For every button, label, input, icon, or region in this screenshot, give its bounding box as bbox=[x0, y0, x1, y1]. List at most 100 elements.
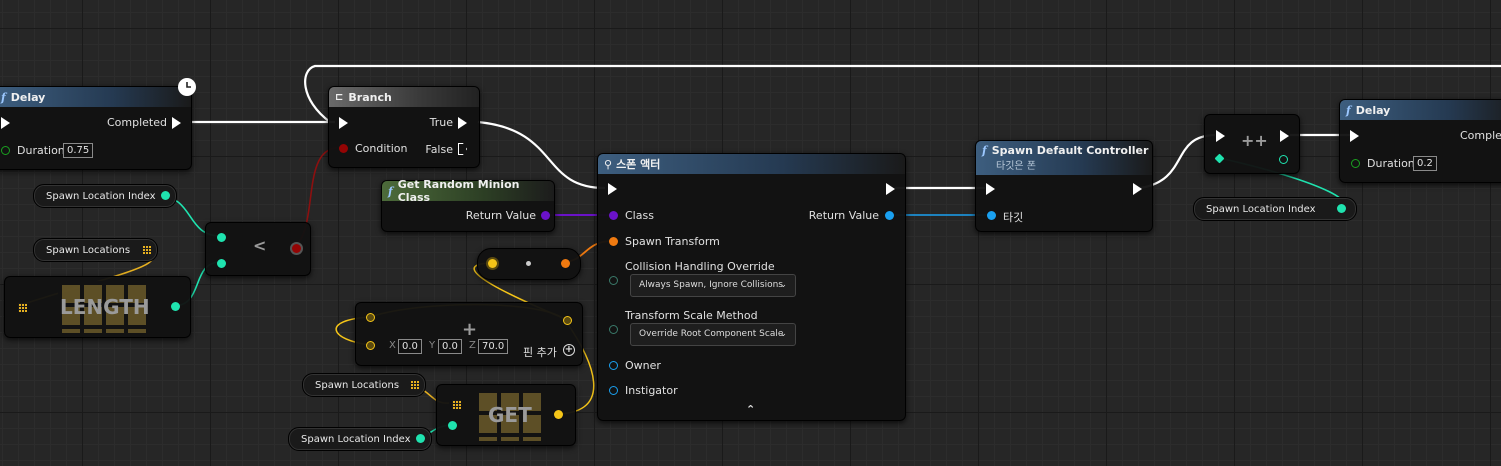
vector-pin-b[interactable] bbox=[366, 341, 375, 350]
exec-in-pin[interactable] bbox=[608, 183, 617, 195]
vector-pin-c[interactable] bbox=[563, 316, 572, 325]
function-icon: f bbox=[388, 184, 393, 198]
delay-title: Delay bbox=[1355, 103, 1391, 117]
collision-dropdown[interactable]: Always Spawn, Ignore Collisions ⌄ bbox=[630, 274, 796, 297]
true-pin[interactable] bbox=[458, 117, 467, 129]
var-label: Spawn Location Index bbox=[301, 433, 411, 445]
spawn-default-controller-node[interactable]: f Spawn Default Controller 타깃은 폰 타깃 bbox=[975, 140, 1153, 232]
delay-node-left[interactable]: f Delay Completed Duration 0.75 bbox=[0, 86, 192, 170]
struct-out-pin[interactable] bbox=[561, 259, 570, 268]
return-value-label: Return Value bbox=[465, 209, 536, 222]
duration-field[interactable]: 0.75 bbox=[63, 143, 94, 158]
int-in-pin-a[interactable] bbox=[217, 233, 226, 242]
exec-out-pin[interactable] bbox=[1133, 183, 1142, 195]
scale-method-pin[interactable] bbox=[609, 325, 618, 334]
increment-node[interactable]: ++ bbox=[1204, 114, 1300, 174]
exec-in-pin[interactable] bbox=[1350, 130, 1359, 142]
function-icon: f bbox=[982, 144, 987, 157]
exec-out-pin[interactable] bbox=[1280, 130, 1289, 142]
false-pin[interactable] bbox=[458, 143, 467, 155]
target-label: 타깃 bbox=[1003, 211, 1024, 224]
add-symbol: + bbox=[462, 319, 478, 340]
spawn-controller-title: Spawn Default Controller bbox=[991, 144, 1149, 157]
array-grid-icon[interactable] bbox=[18, 303, 27, 312]
condition-pin[interactable] bbox=[339, 144, 348, 153]
chevron-down-icon: ⌄ bbox=[779, 280, 787, 290]
completed-label: Completed bbox=[107, 116, 167, 129]
var-label: Spawn Location Index bbox=[46, 190, 156, 202]
array-grid-icon[interactable] bbox=[142, 245, 151, 254]
spawn-location-index-var[interactable]: Spawn Location Index bbox=[288, 427, 432, 451]
x-label: X bbox=[389, 340, 396, 351]
array-grid-icon[interactable] bbox=[410, 380, 419, 389]
spawn-location-index-var[interactable]: Spawn Location Index bbox=[1193, 197, 1357, 221]
length-node[interactable]: LENGTH bbox=[4, 276, 191, 338]
int-in-pin-b[interactable] bbox=[217, 259, 226, 268]
duration-pin[interactable] bbox=[1, 146, 10, 155]
get-random-minion-class-node[interactable]: f Get Random Minion Class Return Value bbox=[381, 178, 555, 232]
chevron-down-icon: ⌄ bbox=[779, 329, 787, 339]
spawn-location-index-var[interactable]: Spawn Location Index bbox=[33, 184, 177, 208]
completed-pin[interactable] bbox=[172, 117, 181, 129]
return-value-label: Return Value bbox=[808, 209, 879, 222]
vector-pin-a[interactable] bbox=[366, 313, 375, 322]
completed-label: Complete bbox=[1460, 129, 1501, 142]
array-grid-icon[interactable] bbox=[452, 400, 461, 409]
increment-symbol: ++ bbox=[1241, 131, 1268, 150]
duration-pin[interactable] bbox=[1351, 159, 1360, 168]
less-than-symbol: < bbox=[253, 236, 267, 255]
branch-node[interactable]: ⊏ Branch True Condition False bbox=[328, 86, 480, 168]
duration-field[interactable]: 0.2 bbox=[1413, 156, 1437, 171]
exec-in-pin[interactable] bbox=[1216, 130, 1225, 142]
target-pin[interactable] bbox=[987, 211, 996, 220]
vector-in-pin[interactable] bbox=[488, 259, 497, 268]
spawn-locations-var[interactable]: Spawn Locations bbox=[302, 373, 426, 397]
get-array-node[interactable]: GET bbox=[436, 384, 576, 446]
plus-circle-icon[interactable]: + bbox=[563, 344, 575, 356]
spawn-locations-var[interactable]: Spawn Locations bbox=[33, 238, 158, 262]
int-out-pin[interactable] bbox=[1279, 155, 1288, 164]
collision-value: Always Spawn, Ignore Collisions bbox=[639, 280, 783, 290]
exec-in-pin[interactable] bbox=[986, 183, 995, 195]
collision-pin[interactable] bbox=[609, 276, 618, 285]
int-pin[interactable] bbox=[1337, 204, 1346, 213]
exec-in-pin[interactable] bbox=[339, 117, 348, 129]
class-out-pin[interactable] bbox=[541, 211, 550, 220]
make-transform-node[interactable] bbox=[477, 248, 581, 280]
delay-node-header: f Delay bbox=[0, 87, 191, 107]
int-pin[interactable] bbox=[416, 434, 425, 443]
vector-out-pin[interactable] bbox=[554, 410, 563, 419]
spawn-controller-header: f Spawn Default Controller 타깃은 폰 bbox=[976, 141, 1152, 175]
owner-pin[interactable] bbox=[609, 361, 618, 370]
duration-label: Duration bbox=[1367, 157, 1415, 170]
var-label: Spawn Locations bbox=[315, 379, 400, 391]
instigator-pin[interactable] bbox=[609, 386, 618, 395]
int-in-pin[interactable] bbox=[1214, 153, 1225, 164]
x-field[interactable]: 0.0 bbox=[398, 339, 422, 354]
exec-out-pin[interactable] bbox=[886, 183, 895, 195]
spawn-actor-node[interactable]: ⚲ 스폰 액터 Class Return Value Spawn Transfo… bbox=[597, 153, 906, 421]
exec-in-pin[interactable] bbox=[1, 117, 10, 129]
class-pin[interactable] bbox=[609, 211, 618, 220]
bool-out-pin[interactable] bbox=[292, 244, 301, 253]
object-out-pin[interactable] bbox=[885, 211, 894, 220]
add-pin-label[interactable]: 핀 추가 bbox=[523, 344, 557, 360]
less-than-node[interactable]: < bbox=[205, 222, 311, 276]
z-label: Z bbox=[469, 340, 476, 351]
int-in-pin[interactable] bbox=[448, 421, 457, 430]
spawn-transform-label: Spawn Transform bbox=[625, 235, 720, 248]
int-pin[interactable] bbox=[161, 191, 170, 200]
z-field[interactable]: 70.0 bbox=[478, 339, 509, 354]
branch-icon: ⊏ bbox=[335, 91, 344, 103]
chevron-up-icon[interactable]: ⌃ bbox=[746, 403, 755, 416]
scale-method-dropdown[interactable]: Override Root Component Scale ⌄ bbox=[630, 323, 796, 346]
spawn-transform-pin[interactable] bbox=[609, 237, 618, 246]
delay-node-right[interactable]: f Delay Complete Duration 0.2 bbox=[1339, 99, 1501, 183]
spawn-actor-header: ⚲ 스폰 액터 bbox=[598, 154, 905, 174]
var-label: Spawn Location Index bbox=[1206, 203, 1316, 215]
length-label: LENGTH bbox=[60, 295, 150, 319]
get-random-title: Get Random Minion Class bbox=[397, 178, 520, 204]
make-vector-node[interactable]: + X 0.0 Y 0.0 Z 70.0 핀 추가 + bbox=[355, 302, 583, 366]
int-out-pin[interactable] bbox=[171, 302, 180, 311]
y-field[interactable]: 0.0 bbox=[438, 339, 462, 354]
